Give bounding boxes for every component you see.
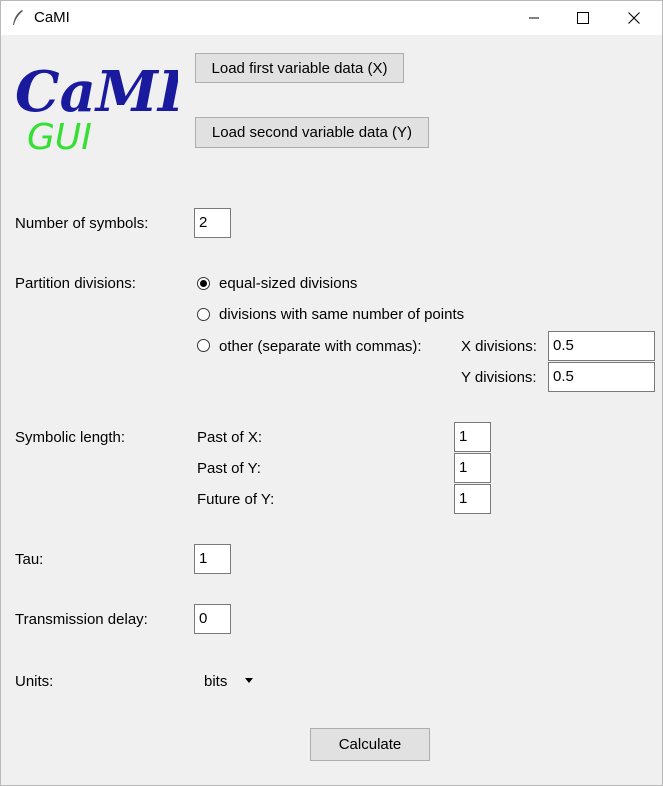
future-y-label: Future of Y: (197, 491, 275, 508)
units-label: Units: (15, 673, 54, 690)
past-x-label: Past of X: (197, 429, 263, 446)
delay-label: Transmission delay: (15, 611, 148, 628)
radio-equal-sized-label: equal-sized divisions (219, 275, 358, 292)
future-y-input[interactable]: 1 (454, 484, 491, 514)
partition-label: Partition divisions: (15, 275, 136, 292)
x-divisions-label: X divisions: (461, 338, 537, 355)
title-bar: CaMI (1, 1, 662, 35)
minimize-icon (529, 17, 539, 19)
feather-icon (13, 10, 23, 25)
y-divisions-label: Y divisions: (461, 369, 537, 386)
close-button[interactable] (609, 1, 659, 35)
units-selected: bits (204, 673, 228, 690)
calculate-button[interactable]: Calculate (310, 728, 430, 761)
maximize-icon (577, 12, 589, 24)
maximize-button[interactable] (558, 1, 608, 35)
minimize-button[interactable] (509, 1, 559, 35)
radio-other[interactable] (197, 339, 210, 352)
logo-sub-text: GUI (27, 117, 92, 157)
cami-window: CaMI CaMI GUI Load first variable data (… (0, 0, 663, 786)
radio-same-points-label: divisions with same number of points (219, 306, 465, 323)
radio-equal-sized[interactable] (197, 277, 210, 290)
radio-other-label: other (separate with commas): (219, 338, 422, 355)
symbols-input[interactable]: 2 (194, 208, 231, 238)
tau-label: Tau: (15, 551, 44, 568)
delay-input[interactable]: 0 (194, 604, 231, 634)
radio-same-points[interactable] (197, 308, 210, 321)
cami-logo: CaMI GUI (15, 59, 178, 157)
past-y-input[interactable]: 1 (454, 453, 491, 483)
tau-input[interactable]: 1 (194, 544, 231, 574)
load-y-button[interactable]: Load second variable data (Y) (195, 117, 429, 148)
dropdown-arrow-icon (245, 678, 253, 683)
symbols-label: Number of symbols: (15, 215, 149, 232)
past-y-label: Past of Y: (197, 460, 261, 477)
close-icon (628, 12, 640, 24)
load-x-button[interactable]: Load first variable data (X) (195, 53, 404, 83)
window-title: CaMI (34, 9, 70, 26)
x-divisions-input[interactable]: 0.5 (548, 331, 655, 361)
logo-main-text: CaMI (15, 59, 178, 125)
units-dropdown[interactable]: bits (195, 665, 265, 697)
past-x-input[interactable]: 1 (454, 422, 491, 452)
y-divisions-input[interactable]: 0.5 (548, 362, 655, 392)
symbolic-length-label: Symbolic length: (15, 429, 126, 446)
